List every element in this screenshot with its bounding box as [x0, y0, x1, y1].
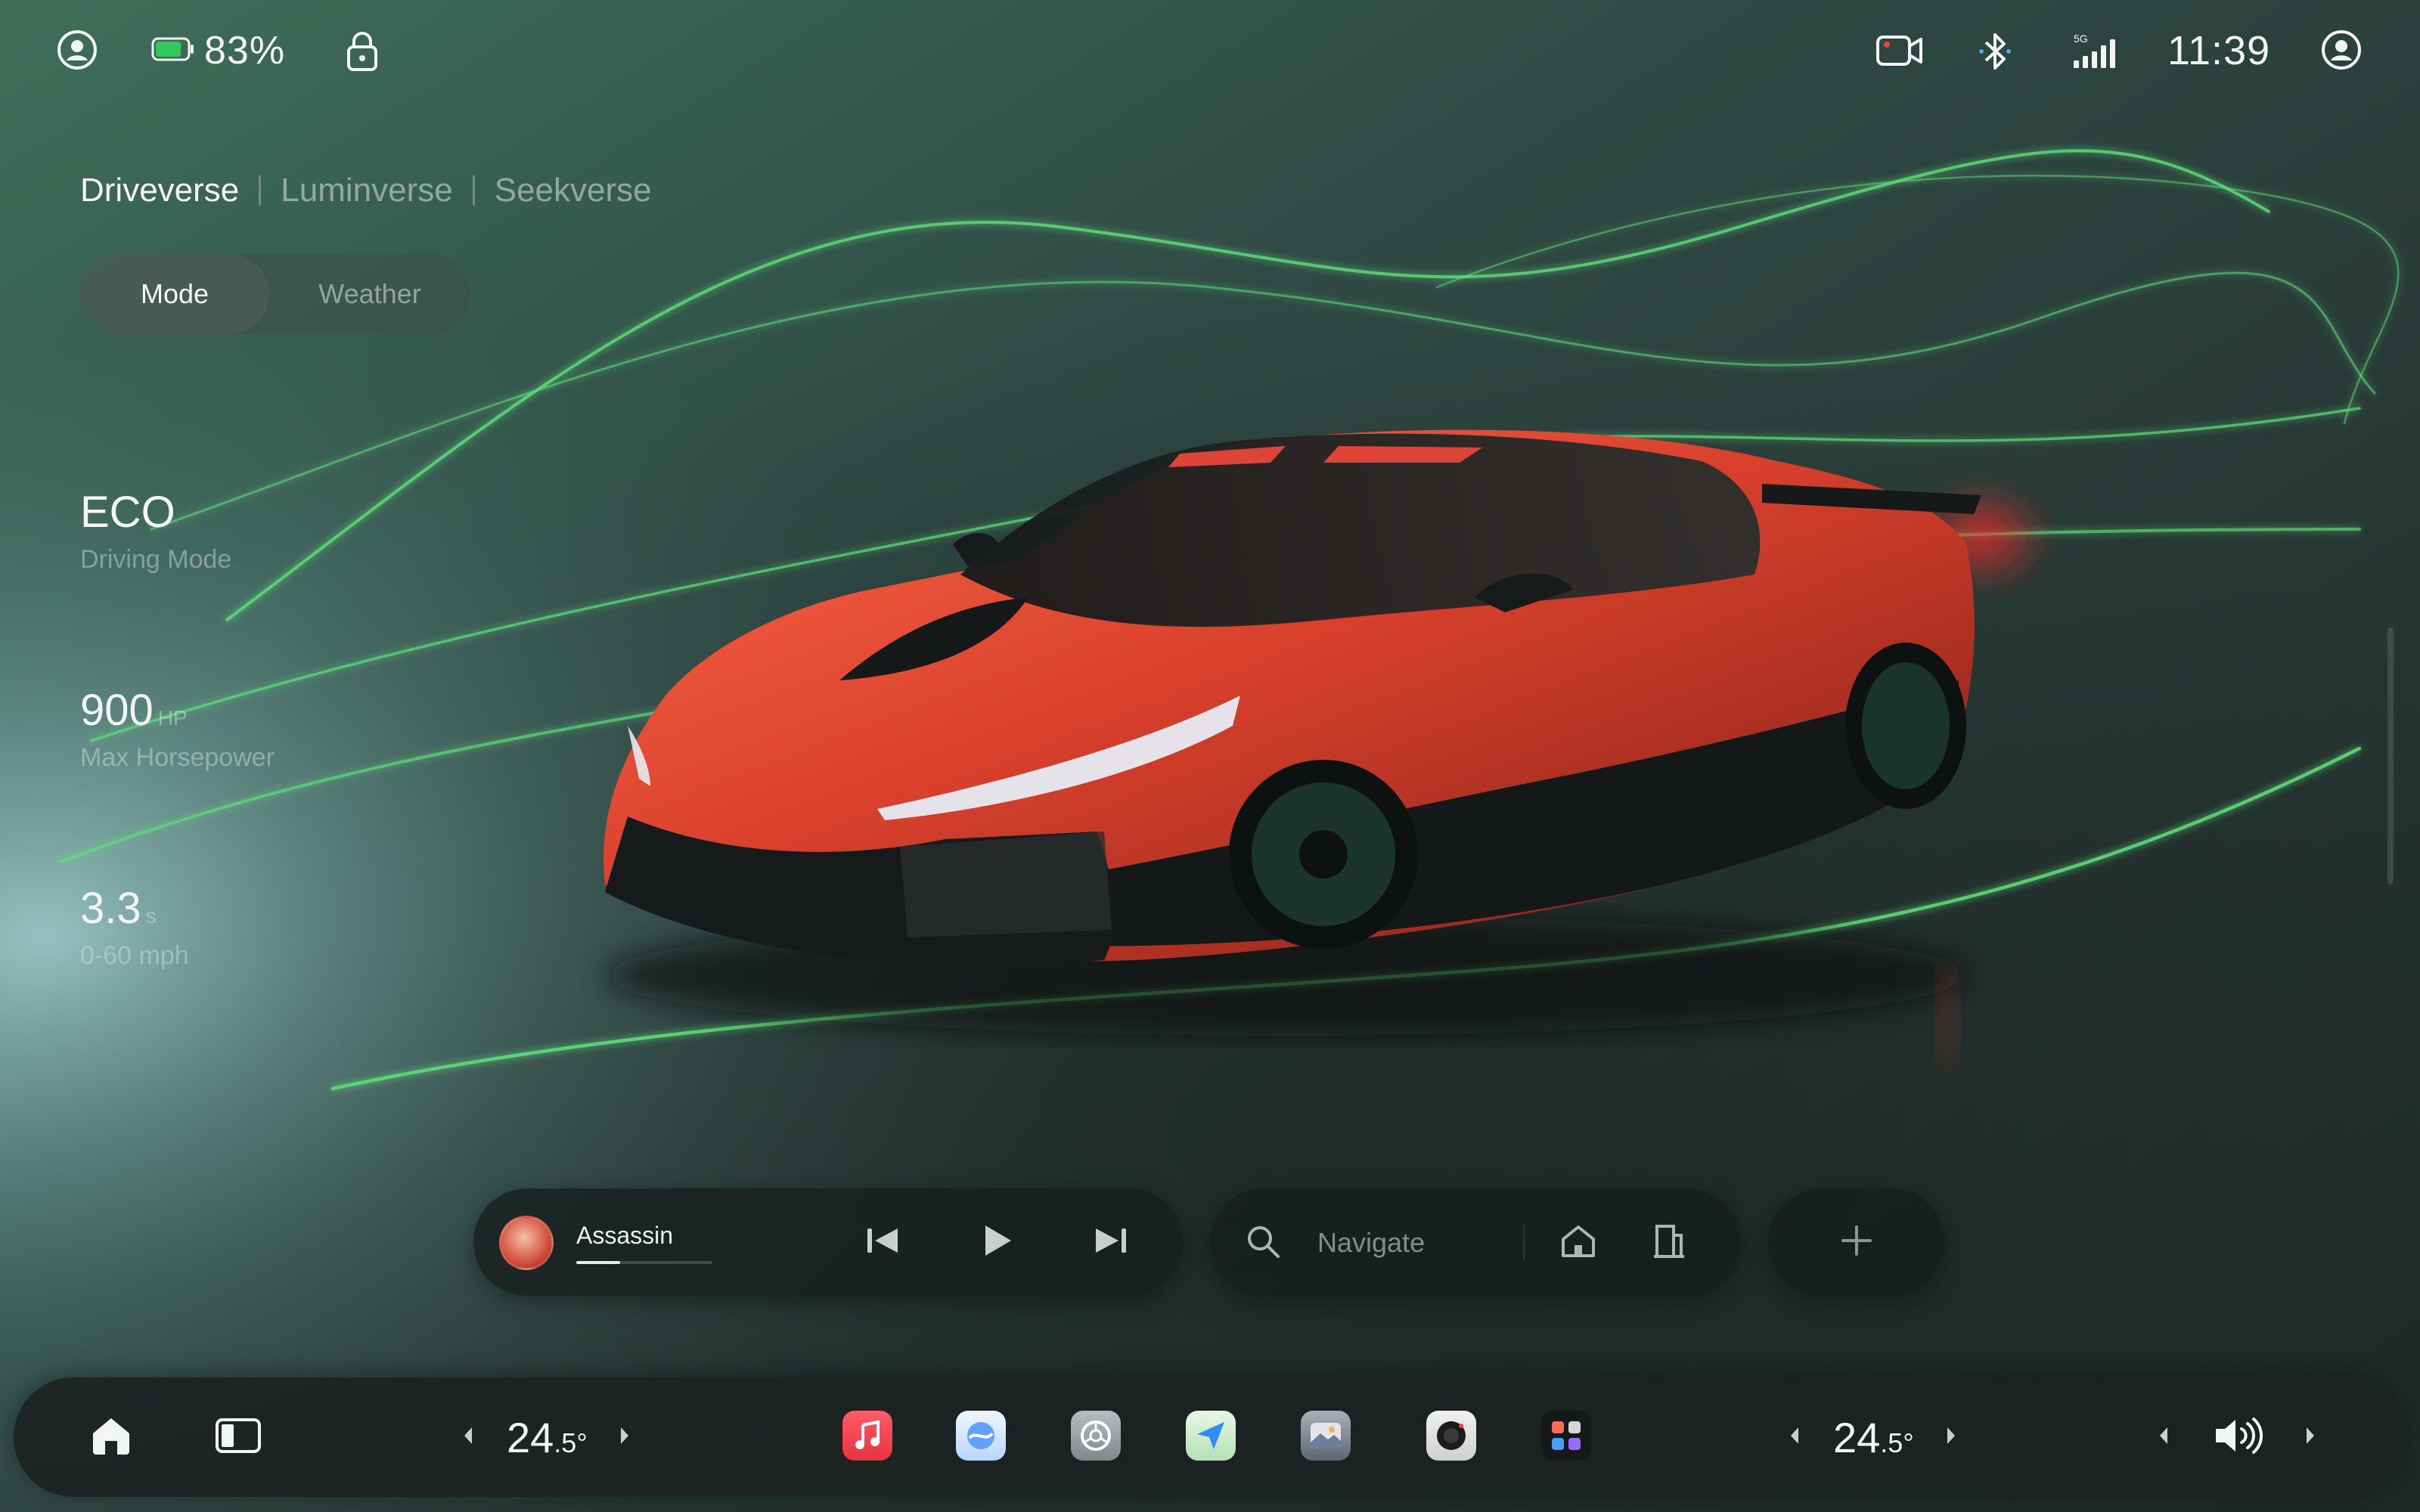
play-icon [981, 1222, 1014, 1263]
tab-driveverse[interactable]: Driveverse [80, 172, 239, 209]
left-temp-value: 24 .5° [507, 1413, 588, 1462]
mode-button[interactable]: Mode [80, 254, 269, 334]
acceleration-label: 0-60 mph [80, 941, 189, 970]
acceleration-value-row: 3.3 s [80, 883, 189, 934]
maps-app-icon[interactable] [1186, 1411, 1236, 1461]
split-view-button[interactable] [213, 1412, 263, 1462]
previous-icon [864, 1225, 901, 1259]
right-temp-decimal: .5° [1880, 1427, 1914, 1458]
volume-decrease[interactable] [2157, 1425, 2170, 1450]
weather-button[interactable]: Weather [269, 254, 470, 334]
horsepower-stat: 900 HP Max Horsepower [80, 685, 275, 773]
right-temp-decrease[interactable] [1788, 1425, 1801, 1450]
add-widget-button[interactable] [1768, 1188, 1945, 1296]
acceleration-unit: s [145, 904, 157, 928]
mode-weather-toggle: Mode Weather [80, 254, 470, 334]
apps-grid-icon[interactable] [1541, 1411, 1591, 1461]
office-destination-button[interactable] [1643, 1216, 1696, 1269]
right-temp-whole: 24 [1833, 1413, 1881, 1461]
volume-increase[interactable] [2304, 1425, 2317, 1450]
acceleration-value: 3.3 [80, 884, 141, 933]
network-label: 5G [2074, 33, 2088, 45]
next-button[interactable] [1084, 1216, 1137, 1269]
office-icon [1651, 1222, 1687, 1263]
right-temp-control: 24 .5° [1788, 1377, 1958, 1497]
battery-percent: 83% [204, 29, 286, 73]
bluetooth-icon[interactable] [1977, 30, 2013, 73]
tab-luminverse[interactable]: Luminverse [281, 172, 452, 209]
volume-control [2157, 1377, 2317, 1497]
horsepower-value: 900 [80, 686, 154, 735]
left-temp-decimal: .5° [554, 1427, 588, 1458]
right-temp-value: 24 .5° [1833, 1413, 1914, 1462]
signal-icon: 5G [2072, 32, 2121, 71]
play-button[interactable] [971, 1216, 1024, 1269]
left-temp-control: 24 .5° [461, 1377, 631, 1497]
drive-mode-stat: ECO Driving Mode [80, 487, 231, 575]
left-temp-increase[interactable] [618, 1425, 631, 1450]
gallery-app-icon[interactable] [1301, 1411, 1351, 1461]
clock: 11:39 [2167, 28, 2271, 73]
user-icon[interactable] [56, 29, 98, 71]
next-icon [1093, 1225, 1129, 1259]
tab-seekverse[interactable]: Seekverse [495, 172, 652, 209]
left-temp-whole: 24 [507, 1413, 554, 1461]
plus-icon [1838, 1222, 1875, 1263]
left-temp-decrease[interactable] [461, 1425, 475, 1450]
tab-divider [472, 175, 475, 206]
track-progress[interactable] [576, 1261, 712, 1264]
nav-divider [1523, 1223, 1525, 1261]
camera-app-icon[interactable] [1426, 1411, 1476, 1461]
track-progress-fill [576, 1261, 620, 1264]
horsepower-value-row: 900 HP [80, 685, 275, 736]
weather-app-icon[interactable] [956, 1411, 1006, 1461]
home-icon [1559, 1222, 1598, 1263]
settings-app-icon[interactable] [1071, 1411, 1121, 1461]
dock: 24 .5° 24 .5° [14, 1377, 2406, 1497]
camera-icon[interactable] [1876, 33, 1924, 68]
music-app-icon[interactable] [842, 1411, 892, 1461]
right-temp-increase[interactable] [1944, 1425, 1958, 1450]
profile-icon[interactable] [2320, 29, 2363, 71]
battery-icon [151, 36, 195, 62]
hero-scene [0, 0, 2420, 1512]
track-title[interactable]: Assassin [576, 1222, 673, 1250]
acceleration-stat: 3.3 s 0-60 mph [80, 883, 189, 971]
volume-icon[interactable] [2213, 1415, 2263, 1460]
lock-icon[interactable] [343, 30, 381, 73]
media-player: Assassin [473, 1188, 1183, 1296]
horsepower-label: Max Horsepower [80, 743, 275, 772]
home-destination-button[interactable] [1552, 1216, 1605, 1269]
home-button[interactable] [86, 1412, 136, 1462]
tab-divider [259, 175, 262, 206]
navigate-input[interactable] [1316, 1216, 1500, 1270]
status-bar: 83% 5G 11:39 [0, 0, 2420, 106]
drive-mode-label: Driving Mode [80, 545, 232, 574]
album-art[interactable] [499, 1216, 554, 1270]
drive-mode-value: ECO [80, 488, 175, 537]
horsepower-unit: HP [157, 706, 188, 730]
home-icon [90, 1415, 132, 1460]
search-icon [1243, 1222, 1284, 1263]
navigation-bar [1210, 1188, 1741, 1296]
previous-button[interactable] [856, 1216, 909, 1269]
verse-tabs: Driveverse Luminverse Seekverse [80, 168, 652, 213]
split-view-icon [215, 1418, 262, 1458]
scroll-indicator[interactable] [2387, 627, 2394, 885]
